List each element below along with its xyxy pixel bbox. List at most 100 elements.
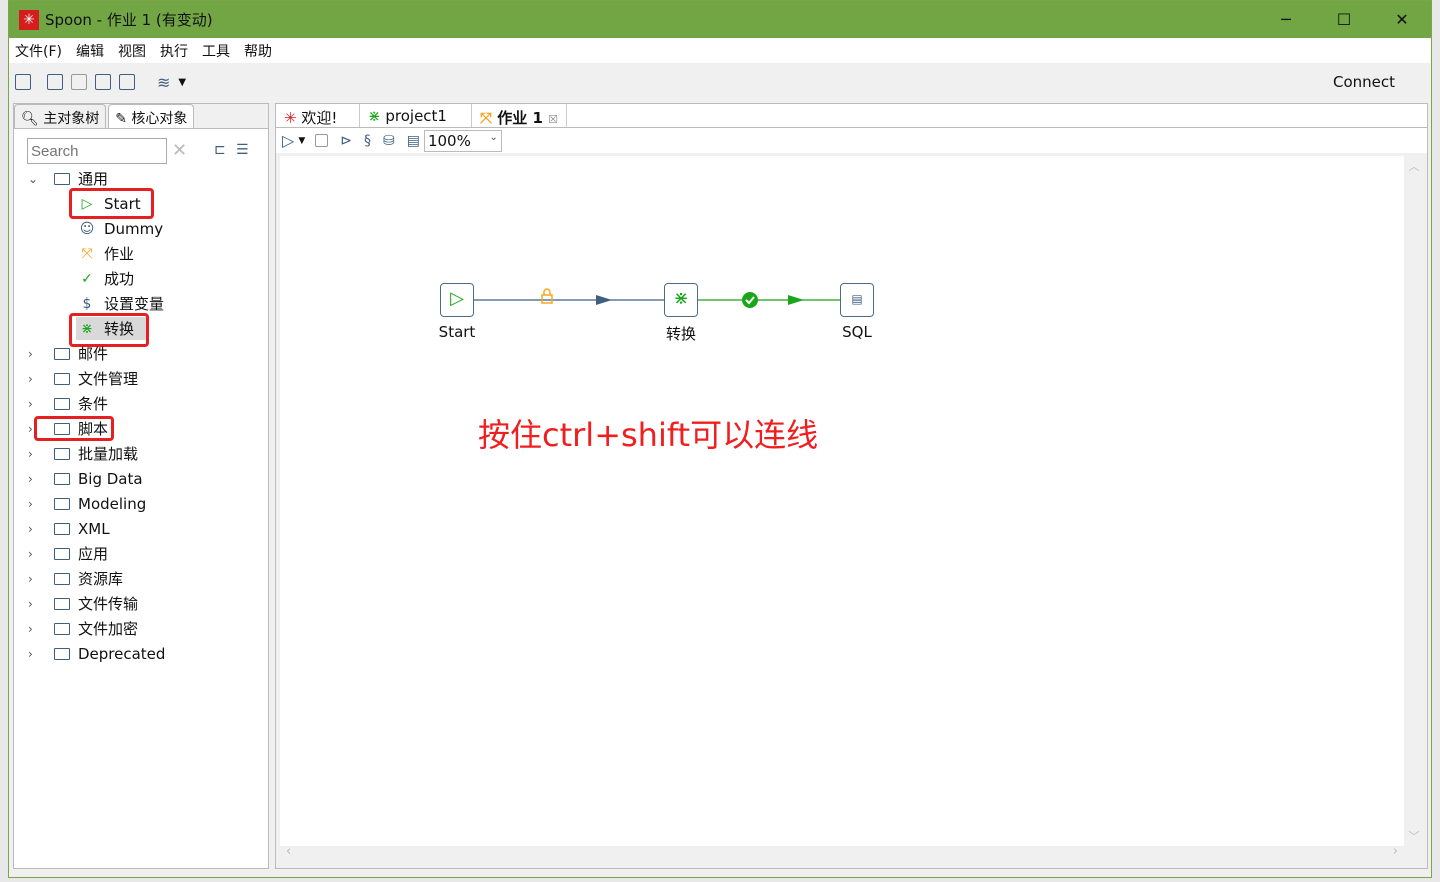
tab-label: 欢迎! (301, 109, 338, 127)
tab-core-objects[interactable]: ✎ 核心对象 (108, 104, 195, 128)
collapse-all-icon[interactable]: ☰ (236, 142, 249, 158)
zoom-select[interactable]: 100% ⌄ (423, 129, 502, 152)
sql-icon[interactable]: § (364, 133, 371, 149)
tree-folder[interactable]: › 条件 (14, 391, 268, 416)
chevron-right-icon[interactable]: › (28, 622, 42, 636)
chevron-right-icon[interactable]: › (28, 597, 42, 611)
menu-bar: 文件(F) 编辑 视图 执行 工具 帮助 (9, 38, 1431, 63)
tree-item-dummy[interactable]: ☺ Dummy (14, 216, 268, 241)
clear-search-icon[interactable]: ✕ (172, 140, 187, 161)
save-as-icon[interactable] (119, 74, 135, 90)
tree-label: Deprecated (78, 644, 166, 663)
close-button[interactable]: ✕ (1373, 1, 1431, 38)
stop-icon[interactable] (315, 134, 329, 147)
chevron-right-icon[interactable]: › (28, 397, 42, 411)
tree-folder-scripting[interactable]: › 脚本 (14, 416, 268, 441)
tree-item-start[interactable]: ▷ Start (14, 188, 268, 219)
tree-folder[interactable]: › 邮件 (14, 341, 268, 366)
chevron-right-icon[interactable]: › (28, 572, 42, 586)
tree-folder[interactable]: › 文件传输 (14, 591, 268, 616)
tree-item-transformation[interactable]: ⋇ 转换 (14, 313, 268, 347)
window-title: Spoon - 作业 1 (有变动) (45, 11, 213, 29)
tab-label: project1 (385, 107, 447, 125)
transform-icon: ⋇ (368, 107, 381, 125)
folder-icon (54, 372, 70, 385)
spoon-logo-icon: ✳ (284, 109, 297, 127)
tree-label: Modeling (78, 494, 147, 513)
expand-all-icon[interactable]: ⊏ (214, 142, 226, 158)
dropdown-arrow-icon[interactable]: ▼ (178, 77, 186, 88)
connect-button[interactable]: Connect (1333, 73, 1395, 91)
folder-icon (54, 572, 70, 585)
hop-arrow-icon (596, 295, 612, 305)
tab-label: 主对象树 (43, 111, 100, 127)
tree-folder[interactable]: › 文件加密 (14, 616, 268, 641)
tree-folder[interactable]: › 文件管理 (14, 366, 268, 391)
tree-item-success[interactable]: ✓ 成功 (14, 266, 268, 291)
save-icon[interactable] (95, 74, 111, 90)
tree-folder[interactable]: › 资源库 (14, 566, 268, 591)
maximize-button[interactable]: ☐ (1315, 1, 1373, 38)
node-transformation[interactable]: ⋇ (664, 283, 698, 317)
vertical-scrollbar[interactable]: ︿ ﹀ (1405, 156, 1423, 846)
run-dropdown-icon[interactable]: ▼ (298, 136, 305, 146)
tree-label: 设置变量 (104, 295, 165, 313)
tab-project1[interactable]: ⋇ project1 (360, 104, 472, 127)
tab-welcome[interactable]: ✳ 欢迎! (276, 104, 360, 127)
tree-folder[interactable]: › 批量加载 (14, 441, 268, 466)
tree-folder[interactable]: › Big Data (14, 466, 268, 491)
tree-folder[interactable]: › Modeling (14, 491, 268, 516)
spoon-logo-icon: ✳ (19, 9, 39, 30)
explore-repository-icon[interactable] (71, 74, 87, 90)
left-panel: 🔍︎ 主对象树 ✎ 核心对象 ✕ ⊏ ☰ ⌄ 通用 ▷Start ☺ Dummy ⤧… (13, 103, 269, 869)
chevron-right-icon[interactable]: › (28, 522, 42, 536)
chevron-right-icon[interactable]: › (28, 547, 42, 561)
new-file-icon[interactable] (15, 74, 31, 90)
node-sql[interactable]: ▤ (840, 283, 874, 317)
check-icon: ✓ (81, 270, 93, 287)
lock-icon (541, 294, 553, 304)
menu-file[interactable]: 文件(F) (15, 41, 62, 61)
job-canvas[interactable]: ▷ Start ⋇ 转换 ▤ SQL 按住ctrl+shift可以连线 (280, 156, 1404, 846)
menu-edit[interactable]: 编辑 (76, 41, 104, 61)
tree-label: 资源库 (78, 570, 124, 588)
tree-folder[interactable]: › 应用 (14, 541, 268, 566)
explore-db-icon[interactable]: ⛁ (383, 133, 395, 149)
main-toolbar: ≋ ▼ (9, 63, 1431, 101)
tree-label: 成功 (104, 270, 135, 288)
menu-view[interactable]: 视图 (118, 41, 146, 61)
tree-folder[interactable]: › XML (14, 516, 268, 541)
chevron-down-icon: ⌄ (489, 131, 498, 143)
node-start[interactable]: ▷ (440, 283, 474, 317)
layout-icon[interactable]: ▤ (407, 133, 420, 149)
editor-toolbar: ▷ ▼ ⊳ § ⛁ ▤ 100% ⌄ (276, 128, 1427, 153)
chevron-right-icon[interactable]: › (28, 647, 42, 661)
tree-label: 文件管理 (78, 370, 139, 388)
folder-icon (54, 472, 70, 485)
menu-help[interactable]: 帮助 (244, 41, 272, 61)
folder-icon (54, 647, 70, 660)
minimize-button[interactable]: ─ (1257, 1, 1315, 38)
chevron-right-icon[interactable]: › (28, 497, 42, 511)
chevron-right-icon[interactable]: › (28, 472, 42, 486)
success-check-icon (742, 292, 758, 308)
chevron-down-icon[interactable]: ⌄ (28, 172, 42, 186)
tree-item-job[interactable]: ⤧ 作业 (14, 241, 268, 266)
tab-job-1[interactable]: ⤧ 作业 1 ☒ (472, 104, 568, 127)
run-icon[interactable]: ▷ (282, 131, 294, 150)
layers-icon[interactable]: ≋ (157, 73, 170, 92)
tab-main-tree[interactable]: 🔍︎ 主对象树 (14, 104, 107, 128)
menu-run[interactable]: 执行 (160, 41, 188, 61)
folder-icon (54, 347, 70, 360)
menu-tools[interactable]: 工具 (202, 41, 230, 61)
replay-icon[interactable]: ⊳ (340, 133, 352, 149)
chevron-right-icon[interactable]: › (28, 447, 42, 461)
chevron-right-icon[interactable]: › (28, 347, 42, 361)
horizontal-scrollbar[interactable]: ‹ › (280, 844, 1404, 862)
tree-folder[interactable]: › Deprecated (14, 641, 268, 666)
chevron-right-icon[interactable]: › (28, 372, 42, 386)
open-icon[interactable] (47, 74, 63, 90)
folder-icon (54, 447, 70, 460)
search-input[interactable] (27, 138, 167, 164)
close-tab-icon[interactable]: ☒ (548, 113, 558, 126)
